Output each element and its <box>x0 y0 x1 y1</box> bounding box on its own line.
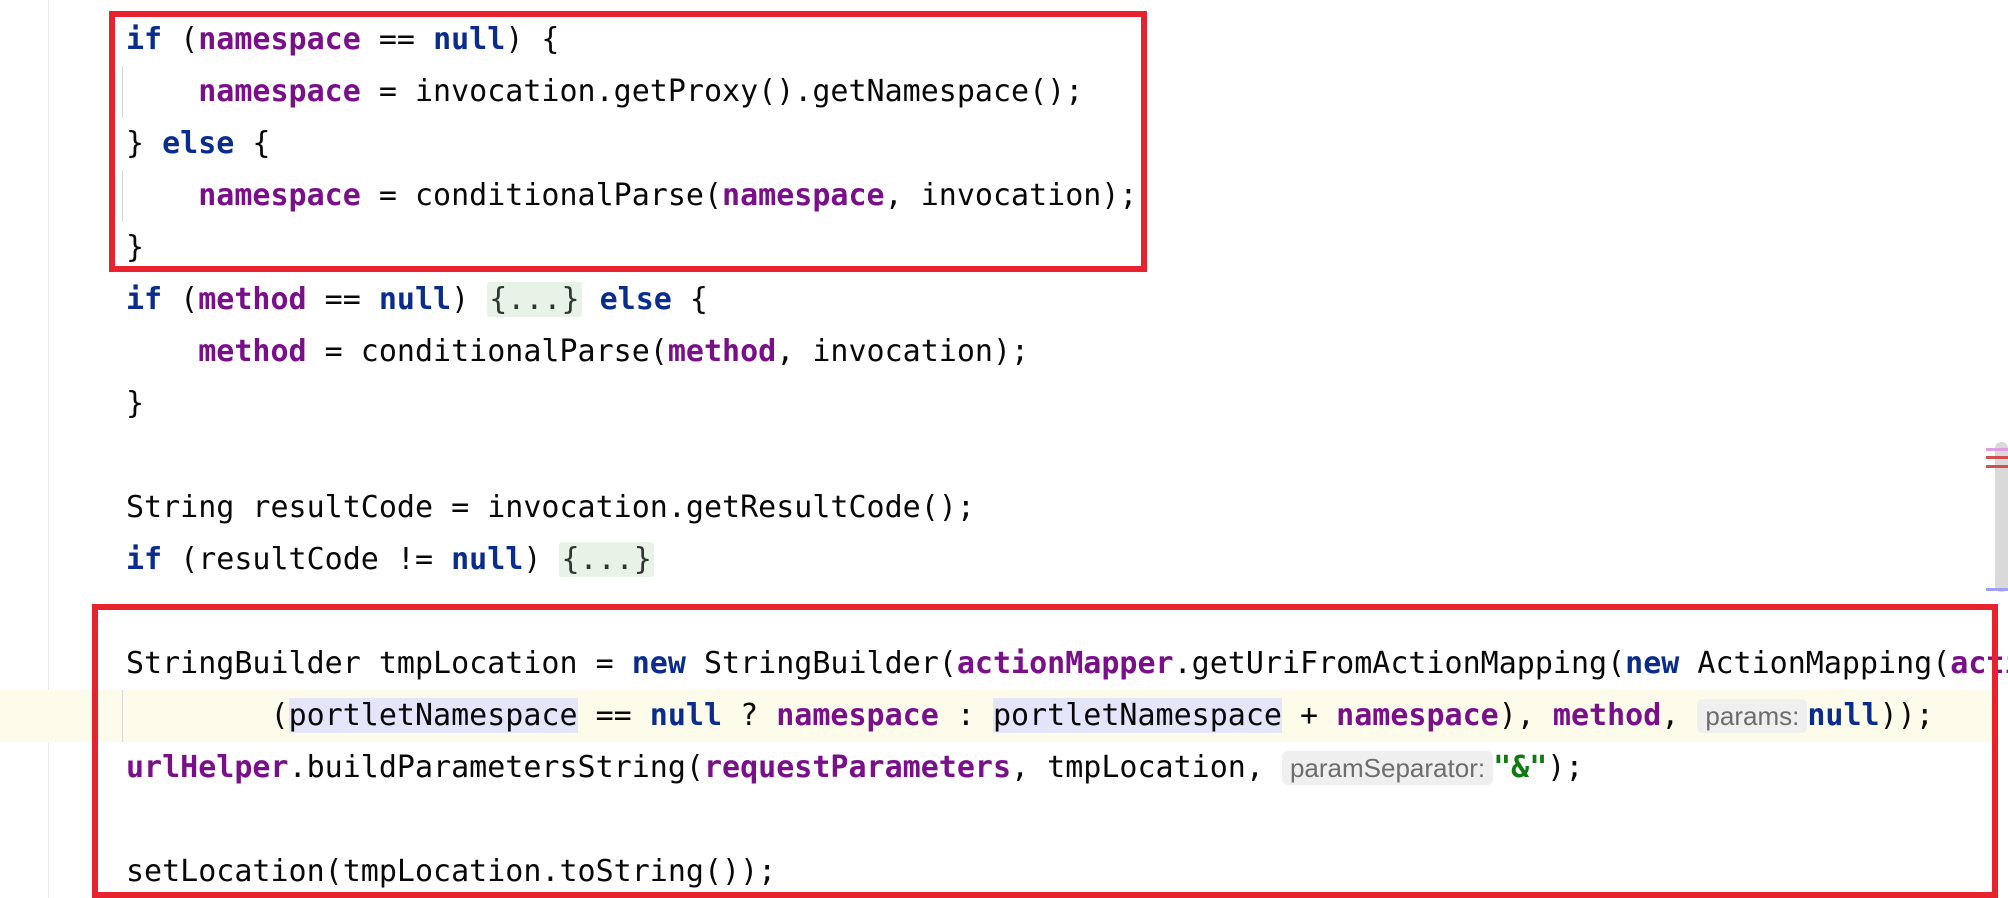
code-text: , invocation); <box>776 334 1030 369</box>
field-ref: method <box>198 282 307 317</box>
keyword: null <box>378 282 452 317</box>
code-text: ) <box>451 282 488 317</box>
code-text: ) <box>523 542 560 577</box>
folded-code-region[interactable]: {...} <box>559 542 654 577</box>
annotation-box-namespace-block <box>109 11 1147 272</box>
code-line-6: if (method == null) {...} else { <box>126 274 708 326</box>
code-text: } <box>126 386 145 421</box>
keyword: else <box>599 282 672 317</box>
editor-gutter-line <box>48 0 49 898</box>
code-line-7: method = conditionalParse(method, invoca… <box>126 326 1029 378</box>
error-stripe-marker[interactable] <box>1986 456 2008 459</box>
code-text: ( <box>162 282 199 317</box>
annotation-box-location-block <box>92 604 1998 898</box>
field-ref: method <box>667 334 777 369</box>
error-stripe-marker[interactable] <box>1986 588 2008 591</box>
error-stripe-marker[interactable] <box>1986 465 2008 468</box>
code-text: { <box>671 282 708 317</box>
code-text: = conditionalParse( <box>306 334 668 369</box>
keyword: if <box>126 542 163 577</box>
error-stripe-marker[interactable] <box>1986 448 2008 451</box>
code-line-11: if (resultCode != null) {...} <box>126 534 654 586</box>
folded-code-region[interactable]: {...} <box>487 282 582 317</box>
code-text: == <box>306 282 379 317</box>
keyword: if <box>126 282 163 317</box>
keyword: null <box>451 542 524 577</box>
code-line-8: } <box>126 378 144 430</box>
code-line-10: String resultCode = invocation.getResult… <box>126 482 975 534</box>
field-ref: method <box>198 334 307 369</box>
code-text: String resultCode = invocation.getResult… <box>126 490 975 525</box>
code-text: (resultCode != <box>162 542 452 577</box>
